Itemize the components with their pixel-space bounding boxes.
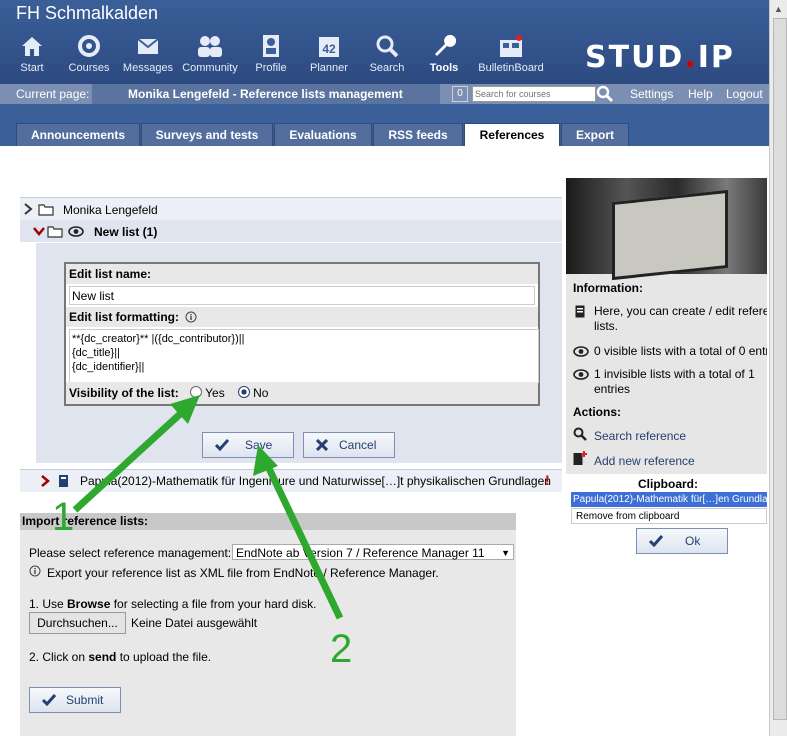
vertical-scrollbar[interactable]: ▲ [769, 0, 787, 736]
annotation-number-1: 1 [52, 495, 74, 539]
arrow-2-line [261, 458, 344, 620]
scroll-thumb[interactable] [773, 18, 787, 720]
annotation-arrows: 1 2 [52, 395, 352, 671]
scroll-up-icon[interactable]: ▲ [774, 4, 783, 14]
arrow-1-line [72, 402, 193, 513]
annotation-number-2: 2 [330, 627, 352, 671]
